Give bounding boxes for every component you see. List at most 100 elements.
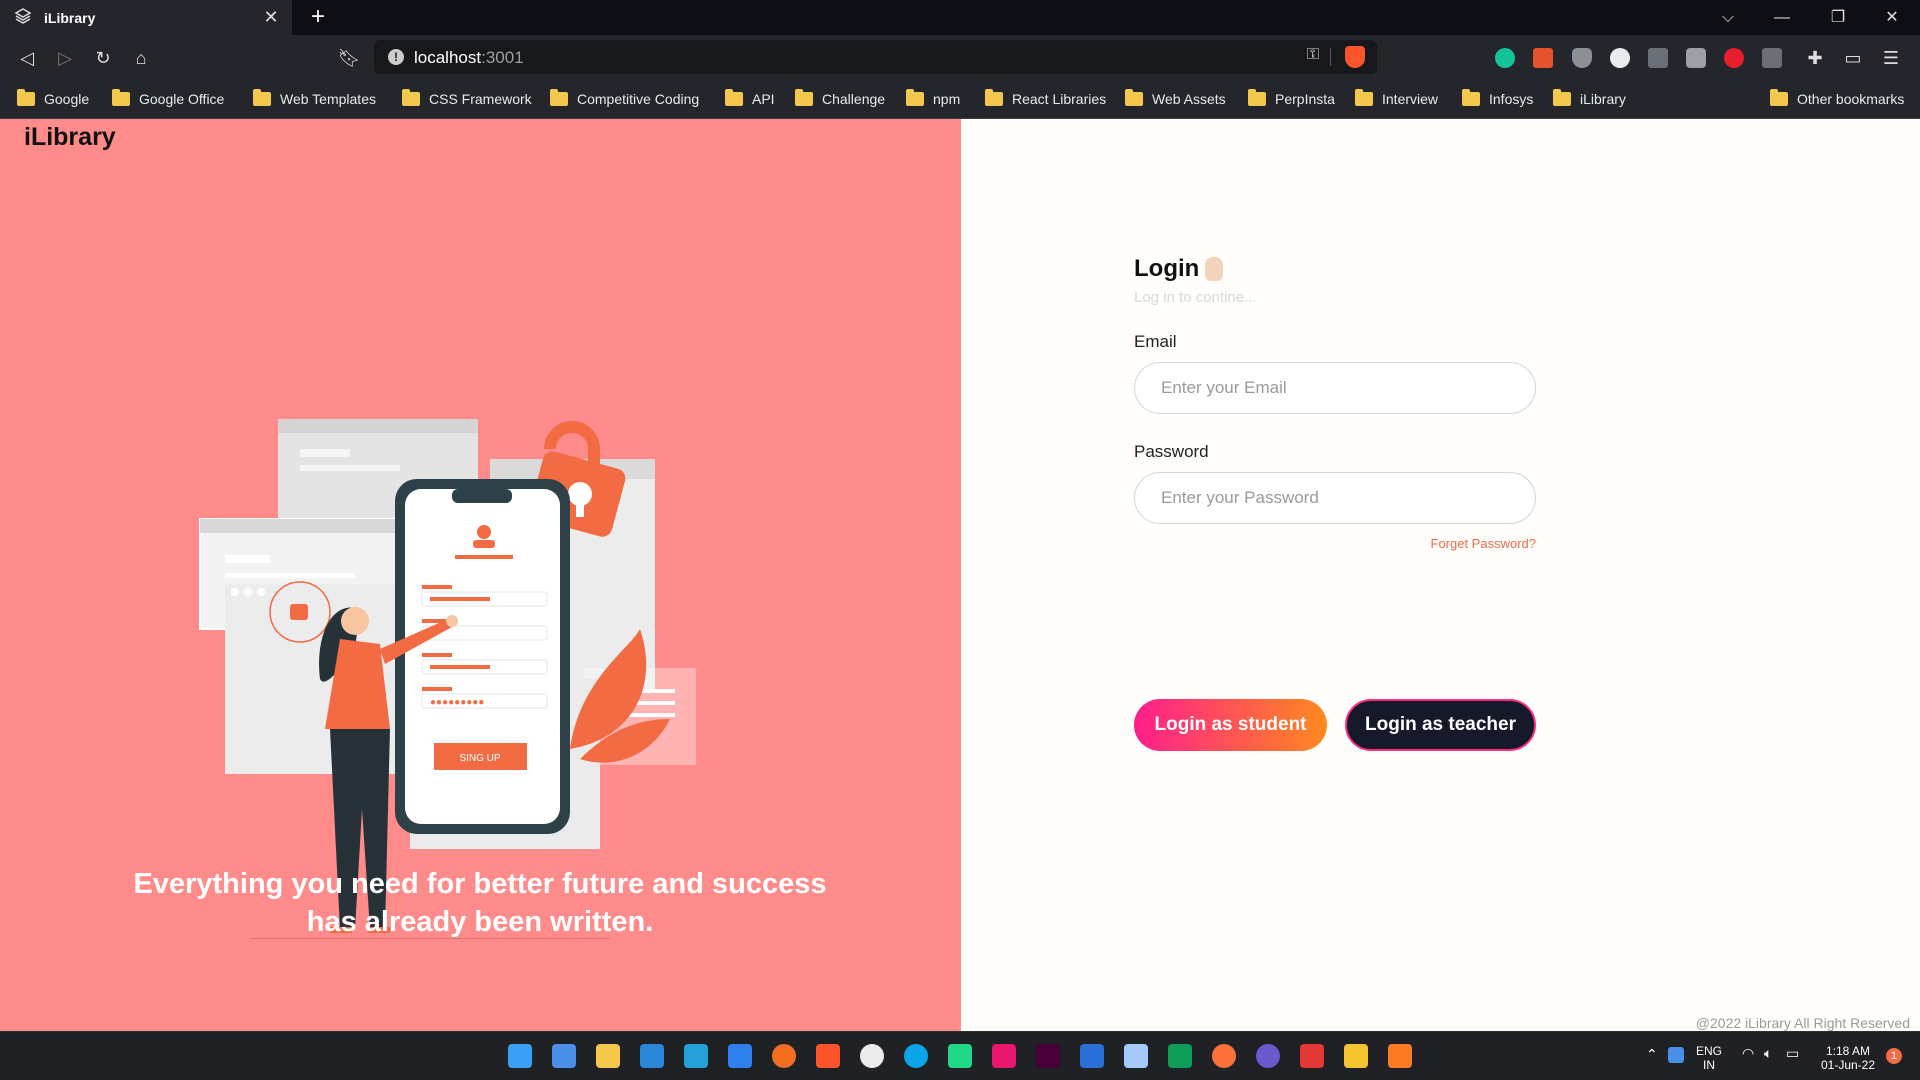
adobe-xd-icon[interactable] (1036, 1044, 1060, 1068)
bookmark-folder[interactable]: React Libraries (985, 89, 1106, 109)
copyright-footer: @2022 iLibrary All Right Reserved (1695, 1015, 1910, 1031)
file-explorer-icon[interactable] (1344, 1044, 1368, 1068)
virtualbox-icon[interactable] (1124, 1044, 1148, 1068)
password-key-icon[interactable]: ⚿ (1307, 46, 1319, 64)
bookmark-folder[interactable]: Competitive Coding (550, 89, 699, 109)
vscode-icon[interactable] (728, 1044, 752, 1068)
windows-start-icon[interactable] (508, 1044, 532, 1068)
site-info-icon[interactable]: ! (388, 49, 404, 65)
login-student-button[interactable]: Login as student (1134, 699, 1327, 751)
folder-icon (985, 89, 1003, 106)
pycharm-icon[interactable] (948, 1044, 972, 1068)
store-icon[interactable] (596, 1044, 620, 1068)
url-text: localhost:3001 (414, 48, 524, 67)
bookmark-folder-other[interactable]: Other bookmarks (1770, 89, 1904, 109)
mail-icon[interactable] (640, 1044, 664, 1068)
phone-icon: ●●●●●●●●● SING UP (395, 479, 570, 834)
folder-icon (725, 89, 743, 106)
minimize-button[interactable]: — (1754, 0, 1810, 35)
app-logo[interactable]: iLibrary (24, 123, 116, 152)
shield-extension-icon[interactable] (1572, 48, 1592, 68)
extension-icon[interactable] (1724, 48, 1744, 68)
illus-signup-text: SING UP (459, 753, 500, 764)
login-title: Login (1134, 255, 1536, 283)
new-tab-button[interactable]: + (304, 3, 332, 31)
camera-extension-icon[interactable] (1686, 48, 1706, 68)
close-tab-icon[interactable]: ✕ (260, 6, 282, 28)
volume-icon[interactable]: 🔈︎ (1764, 1046, 1772, 1060)
bookmark-folder[interactable]: Infosys (1462, 89, 1533, 109)
app-icon[interactable] (772, 1044, 796, 1068)
hero-panel: iLibrary ●●●●●●●●● SING UP Everything yo… (0, 119, 961, 1031)
reload-icon[interactable]: ↻ (88, 43, 118, 73)
forward-icon[interactable]: ▷ (50, 43, 80, 73)
clock[interactable]: 1:18 AM 01-Jun-22 (1816, 1044, 1880, 1072)
back-icon[interactable]: ◁ (12, 43, 42, 73)
wps-office-icon[interactable] (1300, 1044, 1324, 1068)
onedrive-icon[interactable] (1668, 1047, 1684, 1063)
home-icon[interactable]: ⌂ (126, 43, 156, 73)
folder-icon (17, 89, 35, 106)
chevron-up-icon[interactable]: ⌃ (1646, 1047, 1658, 1061)
bookmark-folder[interactable]: Web Templates (253, 89, 376, 109)
forget-password-link[interactable]: Forget Password? (1134, 536, 1537, 551)
skype-icon[interactable] (904, 1044, 928, 1068)
intellij-icon[interactable] (992, 1044, 1016, 1068)
layers-icon (14, 7, 32, 28)
brave-icon[interactable] (816, 1044, 840, 1068)
browser-toolbar: ◁ ▷ ↻ ⌂ 🔖︎ ! localhost:3001 ⚿ ✚ ▭ ☰ (0, 35, 1920, 80)
login-teacher-button[interactable]: Login as teacher (1345, 699, 1536, 751)
wifi-icon[interactable]: ◠ (1742, 1046, 1754, 1060)
extension-icon[interactable] (1762, 48, 1782, 68)
folder-icon (1770, 89, 1788, 106)
browser-tab[interactable]: iLibrary ✕ (0, 0, 292, 35)
folder-icon (906, 89, 924, 106)
bookmark-folder[interactable]: Web Assets (1125, 89, 1226, 109)
email-label: Email (1134, 332, 1177, 351)
notification-badge[interactable]: 1 (1886, 1048, 1902, 1064)
bookmark-folder[interactable]: CSS Framework (402, 89, 532, 109)
folder-icon (1553, 89, 1571, 106)
bookmark-folder[interactable]: PerpInsta (1248, 89, 1335, 109)
brave-shields-icon[interactable] (1345, 46, 1365, 68)
extensions-puzzle-icon[interactable]: ✚ (1800, 43, 1830, 73)
bookmark-folder[interactable]: Interview (1355, 89, 1438, 109)
bookmark-folder[interactable]: Google Office (112, 89, 224, 109)
bookmark-icon[interactable]: 🔖︎ (334, 43, 364, 73)
wallet-icon[interactable]: ▭ (1838, 43, 1868, 73)
battery-icon[interactable]: ▭ (1786, 1046, 1799, 1060)
bookmark-folder[interactable]: Google (17, 89, 89, 109)
password-field[interactable] (1134, 472, 1536, 524)
folder-icon (402, 89, 420, 106)
close-window-button[interactable]: ✕ (1864, 0, 1920, 35)
page-content: iLibrary ●●●●●●●●● SING UP Everything yo… (0, 119, 1920, 1031)
xampp-icon[interactable] (1388, 1044, 1412, 1068)
restore-button[interactable]: ❐ (1810, 0, 1866, 35)
bookmark-folder[interactable]: iLibrary (1553, 89, 1626, 109)
firefox-icon[interactable] (1212, 1044, 1236, 1068)
codeblocks-icon[interactable] (1080, 1044, 1104, 1068)
extension-icon[interactable] (1610, 48, 1630, 68)
tab-search-icon[interactable]: ⌵ (1700, 0, 1756, 35)
eclipse-icon[interactable] (1256, 1044, 1280, 1068)
grammarly-icon[interactable] (1495, 48, 1515, 68)
os-taskbar: ⌃ ENG IN ◠ 🔈︎ ▭ 1:18 AM 01-Jun-22 1 (0, 1031, 1920, 1080)
login-form: Login Log in to contine... Email Passwor… (1134, 255, 1537, 751)
address-bar[interactable]: ! localhost:3001 ⚿ (374, 40, 1377, 74)
extension-icon[interactable] (1533, 48, 1553, 68)
remote-desktop-icon[interactable] (684, 1044, 708, 1068)
language-indicator[interactable]: ENG IN (1696, 1044, 1722, 1072)
folder-icon (1248, 89, 1266, 106)
app-icon[interactable] (1168, 1044, 1192, 1068)
waving-hand-icon (1205, 257, 1224, 281)
bookmark-folder[interactable]: npm (906, 89, 960, 109)
widgets-icon[interactable] (552, 1044, 576, 1068)
email-field[interactable] (1134, 362, 1536, 414)
bookmark-folder[interactable]: API (725, 89, 775, 109)
extension-icon[interactable] (1648, 48, 1668, 68)
bookmark-folder[interactable]: Challenge (795, 89, 885, 109)
app-icon[interactable] (860, 1044, 884, 1068)
signup-illustration: ●●●●●●●●● SING UP (199, 419, 696, 939)
menu-icon[interactable]: ☰ (1876, 43, 1906, 73)
folder-icon (112, 89, 130, 106)
